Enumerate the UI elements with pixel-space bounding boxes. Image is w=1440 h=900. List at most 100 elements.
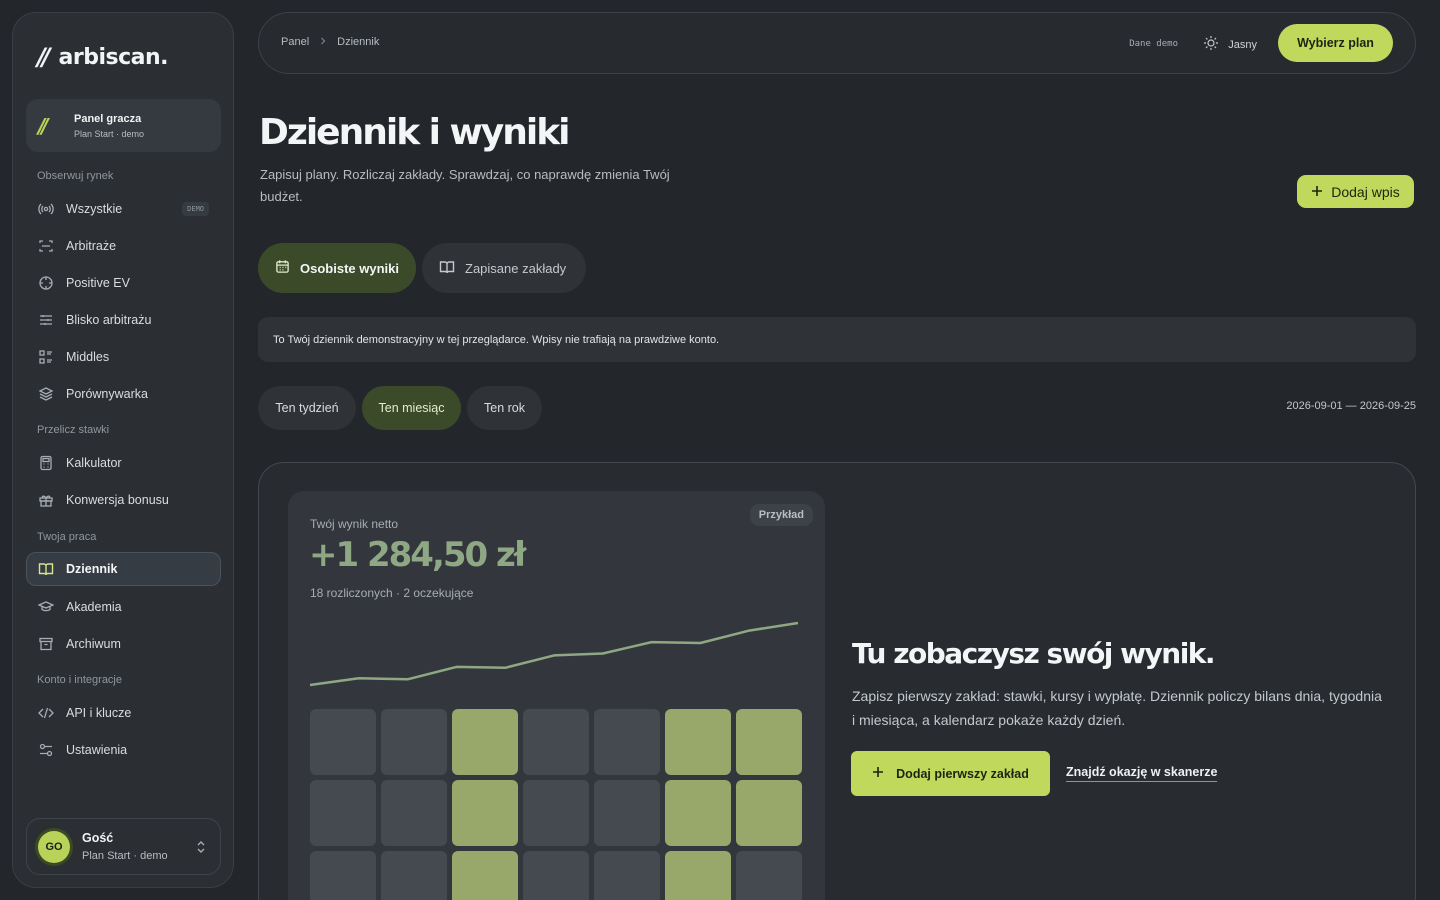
settings-icon [38, 742, 54, 758]
calendar-day [594, 709, 660, 775]
calendar-day [452, 780, 518, 846]
plus-icon [872, 766, 884, 781]
sidebar-item-label: Dziennik [66, 562, 118, 576]
period-year[interactable]: Ten rok [467, 386, 542, 430]
book-icon [38, 561, 54, 577]
calendar-day [452, 851, 518, 900]
breadcrumb-dziennik: Dziennik [337, 36, 380, 48]
sidebar-item-akademia[interactable]: Akademia [26, 590, 221, 624]
breadcrumb: Panel Dziennik [281, 36, 379, 48]
sidebar-item-label: API i klucze [66, 706, 132, 720]
tab-label: Zapisane zakłady [465, 260, 567, 276]
plan-card[interactable]: // Panel gracza Plan Start · demo [26, 99, 221, 152]
calendar-day [736, 851, 802, 900]
sidebar-item-label: Ustawienia [66, 743, 128, 757]
calendar-day [523, 780, 589, 846]
sidebar-item-porownywarka[interactable]: Porównywarka [26, 377, 221, 411]
plan-card-subtitle: Plan Start · demo [74, 128, 145, 139]
sidebar-item-label: Akademia [66, 600, 122, 614]
calendar-icon [275, 259, 290, 277]
chevron-up-down-icon [195, 840, 207, 859]
date-range: 2026-09-01 — 2026-09-25 [1286, 400, 1416, 412]
calendar-day [452, 709, 518, 775]
sidebar-item-label: Arbitraże [66, 239, 117, 253]
calendar-day [523, 851, 589, 900]
sidebar-item-ustawienia[interactable]: Ustawienia [26, 733, 221, 767]
code-icon [38, 705, 54, 721]
sidebar-item-label: Kalkulator [66, 456, 122, 470]
sliders-icon [38, 312, 54, 328]
empty-state-title: Tu zobaczysz swój wynik. [852, 637, 1216, 670]
user-name: Gość [82, 831, 114, 845]
add-entry-button[interactable]: Dodaj wpis [1297, 175, 1414, 208]
net-result-label: Twój wynik netto [310, 517, 399, 531]
calendar-day [736, 709, 802, 775]
find-in-scanner-link[interactable]: Znajdź okazję w skanerze [1066, 765, 1218, 782]
archive-icon [38, 636, 54, 652]
sidebar-item-dziennik[interactable]: Dziennik [26, 552, 221, 586]
result-sparkline [309, 621, 799, 687]
tab-personal-results[interactable]: Osobiste wyniki [258, 243, 416, 293]
sidebar-item-kalkulator[interactable]: Kalkulator [26, 446, 221, 480]
logo[interactable]: // arbiscan. [37, 43, 169, 71]
graduation-cap-icon [38, 599, 54, 615]
crosshair-icon [38, 275, 54, 291]
period-month[interactable]: Ten miesiąc [362, 386, 461, 430]
calendar-day [594, 780, 660, 846]
demo-badge: DEMO [182, 202, 209, 216]
sidebar-item-wszystkie[interactable]: Wszystkie DEMO [26, 192, 221, 226]
sidebar-item-label: Middles [66, 350, 110, 364]
theme-label: Jasny [1228, 38, 1257, 51]
topbar: Panel Dziennik Dane demo Jasny Wybierz p… [258, 12, 1416, 74]
page-subtitle: Zapisuj plany. Rozliczaj zakłady. Sprawd… [260, 167, 670, 204]
gift-icon [38, 492, 54, 508]
add-first-bet-button[interactable]: Dodaj pierwszy zakład [851, 751, 1050, 796]
broadcast-icon [38, 201, 54, 217]
calculator-icon [38, 455, 54, 471]
calendar-day [665, 780, 731, 846]
calendar-grid [310, 709, 802, 900]
plan-mark-icon: // [38, 113, 49, 138]
nav-section-stakes: Przelicz stawki [37, 424, 110, 436]
chevron-right-icon [319, 36, 327, 48]
sidebar-item-label: Positive EV [66, 276, 130, 290]
layers-icon [38, 386, 54, 402]
user-plan: Plan Start · demo [82, 850, 168, 862]
results-panel: Twój wynik netto Przykład +1 284,50 zł 1… [258, 462, 1416, 900]
theme-toggle[interactable]: Jasny [1203, 35, 1257, 54]
choose-plan-button[interactable]: Wybierz plan [1278, 24, 1393, 62]
sidebar-item-blisko-arbitrazu[interactable]: Blisko arbitrażu [26, 303, 221, 337]
avatar: GO [38, 830, 70, 863]
sidebar-item-middles[interactable]: Middles [26, 340, 221, 374]
book-icon [439, 259, 455, 278]
sun-icon [1203, 35, 1219, 54]
sidebar-item-konwersja-bonusu[interactable]: Konwersja bonusu [26, 483, 221, 517]
sidebar-item-arbitraze[interactable]: Arbitraże [26, 229, 221, 263]
calendar-day [310, 709, 376, 775]
data-mode-label: Dane demo [1129, 39, 1178, 49]
user-menu[interactable]: GO Gość Plan Start · demo [26, 818, 221, 875]
calendar-day [594, 851, 660, 900]
page-title: Dziennik i wyniki [259, 112, 571, 153]
sidebar-item-api-i-klucze[interactable]: API i klucze [26, 696, 221, 730]
breadcrumb-panel[interactable]: Panel [281, 36, 309, 48]
calendar-day [523, 709, 589, 775]
list-icon [38, 349, 54, 365]
calendar-day [310, 851, 376, 900]
plus-icon [1311, 184, 1323, 200]
logo-text: arbiscan. [58, 44, 169, 70]
settled-count: 18 rozliczonych · 2 oczekujące [310, 586, 474, 600]
sparkline-path [309, 621, 799, 687]
example-badge: Przykład [749, 504, 813, 526]
sidebar-item-label: Porównywarka [66, 387, 148, 401]
calendar-day [310, 780, 376, 846]
calendar-day [381, 780, 447, 846]
sidebar-item-archiwum[interactable]: Archiwum [26, 627, 221, 661]
plan-card-title: Panel gracza [74, 112, 142, 125]
empty-state-text: Zapisz pierwszy zakład: stawki, kursy i … [852, 688, 1382, 728]
tab-saved-bets[interactable]: Zapisane zakłady [422, 243, 586, 293]
sidebar-item-label: Wszystkie [66, 202, 123, 216]
sidebar-item-positive-ev[interactable]: Positive EV [26, 266, 221, 300]
scan-icon [38, 238, 54, 254]
period-week[interactable]: Ten tydzień [258, 386, 356, 430]
